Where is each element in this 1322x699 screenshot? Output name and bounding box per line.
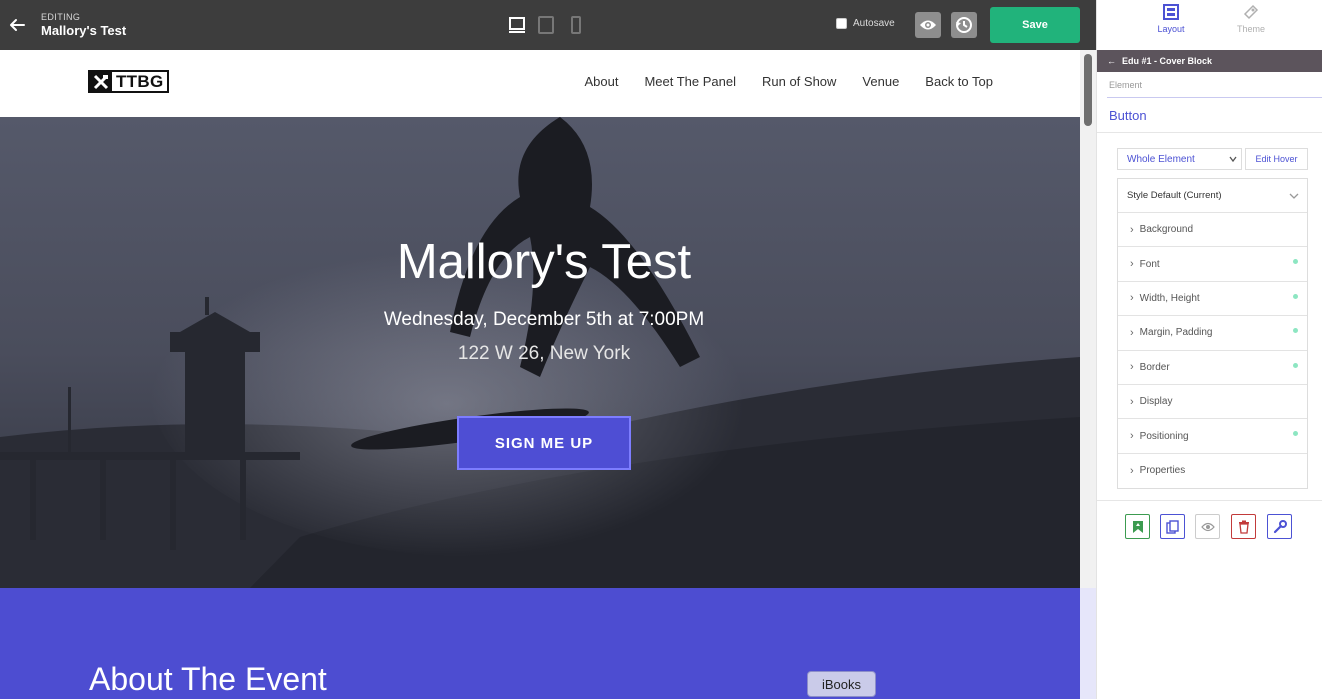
layout-icon — [1163, 4, 1179, 20]
site-logo[interactable]: TTBG — [88, 70, 170, 93]
history-icon — [956, 17, 972, 33]
nav-link-meet-the-panel[interactable]: Meet The Panel — [644, 74, 736, 89]
chevron-right-icon: › — [1130, 223, 1134, 236]
tools-icon — [90, 72, 112, 91]
style-row-label: Margin, Padding — [1139, 327, 1213, 339]
style-row-border[interactable]: › Border — [1118, 351, 1307, 385]
style-row-positioning[interactable]: › Positioning — [1118, 419, 1307, 454]
style-row-background[interactable]: › Background — [1118, 213, 1307, 248]
site-nav-links: About Meet The Panel Run of Show Venue B… — [584, 74, 993, 89]
properties-panel: Layout Theme ← Edu #1 - Cover Block Elem… — [1096, 0, 1322, 699]
breadcrumb[interactable]: ← Edu #1 - Cover Block — [1097, 50, 1322, 72]
breadcrumb-label: Edu #1 - Cover Block — [1122, 56, 1213, 66]
scope-select[interactable]: Whole Element — [1117, 148, 1242, 170]
scrollbar-thumb[interactable] — [1084, 54, 1092, 126]
site-navbar: TTBG About Meet The Panel Run of Show Ve… — [0, 50, 1080, 117]
tablet-icon[interactable] — [537, 16, 555, 34]
chevron-down-icon — [1229, 156, 1237, 163]
modified-indicator — [1293, 293, 1298, 299]
style-row-label: Positioning — [1139, 430, 1189, 442]
hero-address: 122 W 26, New York — [457, 343, 631, 364]
style-row-label: Properties — [1139, 465, 1186, 477]
style-dropdown-label: Style Default (Current) — [1127, 190, 1222, 201]
autosave-toggle[interactable]: Autosave — [836, 18, 895, 29]
preview-button[interactable] — [915, 12, 941, 38]
wrench-icon — [1273, 519, 1287, 533]
hero-cover-block[interactable]: Mallory's Test Wednesday, December 5th a… — [0, 117, 1080, 588]
style-row-display[interactable]: › Display — [1118, 385, 1307, 420]
tab-theme-label: Theme — [1236, 24, 1265, 34]
scope-select-value: Whole Element — [1127, 153, 1195, 165]
style-row-label: Display — [1139, 396, 1173, 408]
style-row-width-height[interactable]: › Width, Height — [1118, 282, 1307, 317]
about-section[interactable]: About The Event — [0, 588, 1080, 699]
element-name: Button — [1109, 108, 1147, 123]
style-dropdown[interactable]: Style Default (Current) — [1118, 179, 1307, 213]
tab-layout-label: Layout — [1157, 24, 1185, 34]
bookmark-icon — [1132, 520, 1143, 533]
modified-indicator — [1293, 328, 1298, 334]
sign-up-button[interactable]: SIGN ME UP — [457, 416, 631, 470]
chevron-right-icon: › — [1130, 464, 1134, 477]
save-button[interactable]: Save — [990, 7, 1080, 43]
delete-button[interactable] — [1231, 514, 1256, 539]
hero-title: Mallory's Test — [396, 235, 692, 289]
style-row-font[interactable]: › Font — [1118, 247, 1307, 282]
tab-theme[interactable]: Theme — [1221, 4, 1281, 34]
divider — [1107, 97, 1322, 98]
modified-indicator — [1293, 431, 1298, 437]
autosave-label: Autosave — [853, 18, 895, 29]
save-block-button[interactable] — [1125, 514, 1150, 539]
editing-label: EDITING — [41, 12, 81, 22]
tab-layout[interactable]: Layout — [1141, 4, 1201, 34]
duplicate-icon — [1165, 519, 1179, 534]
style-list: Style Default (Current) › Background › F… — [1117, 178, 1308, 490]
style-row-label: Border — [1139, 361, 1170, 373]
duplicate-button[interactable] — [1160, 514, 1185, 539]
nav-link-venue[interactable]: Venue — [862, 74, 899, 89]
back-arrow-icon[interactable] — [8, 15, 26, 35]
modified-indicator — [1293, 259, 1298, 265]
divider — [1097, 500, 1322, 501]
history-button[interactable] — [951, 12, 977, 38]
eye-icon — [1200, 522, 1215, 531]
logo-text: TTBG — [116, 71, 164, 91]
edit-hover-button[interactable]: Edit Hover — [1245, 148, 1308, 170]
nav-link-run-of-show[interactable]: Run of Show — [762, 74, 836, 89]
hero-date: Wednesday, December 5th at 7:00PM — [383, 309, 705, 330]
nav-link-about[interactable]: About — [584, 74, 618, 89]
eye-icon — [920, 20, 936, 30]
style-row-label: Width, Height — [1139, 292, 1200, 304]
hide-button[interactable] — [1195, 514, 1220, 539]
style-row-properties[interactable]: › Properties — [1118, 454, 1307, 488]
mobile-icon[interactable] — [567, 16, 585, 34]
element-label: Element — [1109, 80, 1143, 90]
desktop-icon[interactable] — [508, 16, 526, 34]
nav-link-back-to-top[interactable]: Back to Top — [925, 74, 993, 89]
section-strip — [1080, 588, 1096, 699]
trash-icon — [1238, 520, 1249, 534]
divider — [1097, 132, 1322, 133]
chevron-right-icon: › — [1130, 258, 1134, 271]
breadcrumb-back-icon: ← — [1107, 56, 1116, 66]
chevron-right-icon: › — [1130, 395, 1134, 408]
chevron-right-icon: › — [1130, 292, 1134, 305]
ibooks-dock-tooltip: iBooks — [807, 671, 876, 697]
about-title: About The Event — [89, 661, 327, 697]
theme-icon — [1243, 4, 1259, 20]
chevron-down-icon — [1289, 193, 1299, 199]
style-row-label: Background — [1139, 224, 1194, 236]
style-row-label: Font — [1139, 258, 1160, 270]
chevron-right-icon: › — [1130, 326, 1134, 339]
editor-canvas[interactable]: TTBG About Meet The Panel Run of Show Ve… — [0, 50, 1080, 699]
editor-topbar: EDITING Mallory's Test Autosave Save — [0, 0, 1096, 50]
page-title: Mallory's Test — [41, 23, 127, 38]
chevron-right-icon: › — [1130, 361, 1134, 374]
modified-indicator — [1293, 362, 1298, 368]
chevron-right-icon: › — [1130, 430, 1134, 443]
style-row-margin-padding[interactable]: › Margin, Padding — [1118, 316, 1307, 351]
settings-button[interactable] — [1267, 514, 1292, 539]
autosave-checkbox[interactable] — [836, 18, 847, 29]
